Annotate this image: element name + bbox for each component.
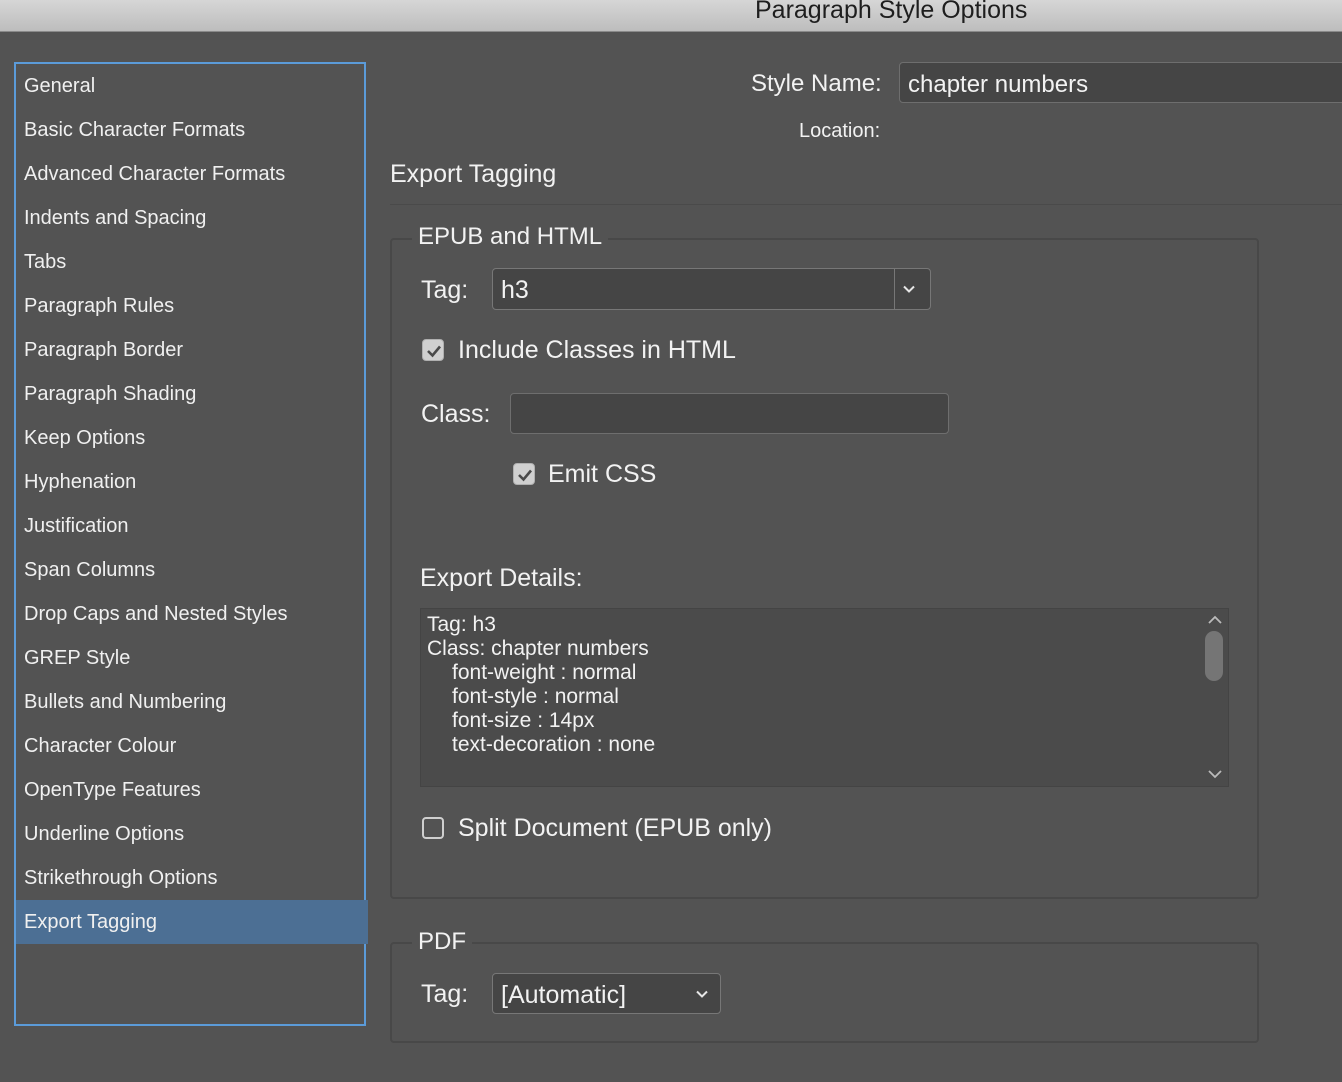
sidebar-item-character-colour[interactable]: Character Colour (16, 724, 368, 768)
sidebar-item-paragraph-border[interactable]: Paragraph Border (16, 328, 368, 372)
section-title: Export Tagging (390, 160, 557, 188)
sidebar-item-general[interactable]: General (16, 64, 368, 108)
sidebar-item-paragraph-rules[interactable]: Paragraph Rules (16, 284, 368, 328)
scroll-up-icon[interactable] (1207, 613, 1223, 631)
sidebar-item-indents-and-spacing[interactable]: Indents and Spacing (16, 196, 368, 240)
sidebar-item-span-columns[interactable]: Span Columns (16, 548, 368, 592)
checkmark-icon (518, 469, 532, 482)
scrollbar-thumb[interactable] (1205, 631, 1223, 681)
export-details-label: Export Details: (420, 564, 583, 592)
location-label: Location: (799, 120, 881, 142)
title-bar: Paragraph Style Options (0, 0, 1342, 32)
epub-tag-select[interactable]: h3 (492, 268, 931, 310)
epub-tag-value: h3 (501, 276, 529, 304)
export-details-line: font-size : 14px (452, 709, 595, 732)
category-list: General Basic Character Formats Advanced… (14, 62, 368, 1026)
select-divider (894, 269, 895, 309)
split-document-label[interactable]: Split Document (EPUB only) (458, 814, 772, 843)
window-title: Paragraph Style Options (755, 0, 1028, 24)
export-details-line: Tag: h3 (427, 613, 496, 636)
sidebar-item-basic-character-formats[interactable]: Basic Character Formats (16, 108, 368, 152)
sidebar-item-underline-options[interactable]: Underline Options (16, 812, 368, 856)
emit-css-checkbox[interactable] (513, 463, 535, 485)
include-classes-label[interactable]: Include Classes in HTML (458, 336, 736, 365)
pdf-tag-select[interactable]: [Automatic] (492, 973, 721, 1014)
scroll-down-icon[interactable] (1207, 767, 1223, 785)
sidebar-item-strikethrough-options[interactable]: Strikethrough Options (16, 856, 368, 900)
sidebar-item-hyphenation[interactable]: Hyphenation (16, 460, 368, 504)
epub-tag-label: Tag: (421, 276, 469, 304)
pdf-tag-value: [Automatic] (501, 981, 627, 1009)
class-label: Class: (421, 400, 491, 428)
style-name-field[interactable]: chapter numbers (899, 62, 1342, 103)
emit-css-label[interactable]: Emit CSS (548, 460, 656, 489)
details-scrollbar[interactable] (1202, 609, 1228, 786)
sidebar-item-keep-options[interactable]: Keep Options (16, 416, 368, 460)
checkmark-icon (427, 345, 441, 358)
split-document-checkbox[interactable] (422, 817, 444, 839)
sidebar-item-paragraph-shading[interactable]: Paragraph Shading (16, 372, 368, 416)
export-details-line: Class: chapter numbers (427, 637, 649, 660)
class-input[interactable] (510, 393, 949, 434)
chevron-down-icon[interactable] (901, 281, 917, 302)
sidebar-item-drop-caps-and-nested-styles[interactable]: Drop Caps and Nested Styles (16, 592, 368, 636)
export-details-box[interactable]: Tag: h3 Class: chapter numbers font-weig… (420, 608, 1229, 787)
sidebar-item-advanced-character-formats[interactable]: Advanced Character Formats (16, 152, 368, 196)
chevron-down-icon[interactable] (694, 986, 710, 1007)
section-divider (390, 204, 1342, 205)
style-name-label: Style Name: (751, 70, 882, 97)
sidebar-item-opentype-features[interactable]: OpenType Features (16, 768, 368, 812)
export-details-line: font-style : normal (452, 685, 619, 708)
export-details-line: font-weight : normal (452, 661, 637, 684)
sidebar-item-grep-style[interactable]: GREP Style (16, 636, 368, 680)
sidebar-item-bullets-and-numbering[interactable]: Bullets and Numbering (16, 680, 368, 724)
style-name-value: chapter numbers (908, 71, 1089, 98)
pdf-tag-label: Tag: (421, 980, 469, 1008)
pdf-group-title: PDF (412, 928, 472, 956)
include-classes-checkbox[interactable] (422, 339, 444, 361)
sidebar-item-export-tagging[interactable]: Export Tagging (16, 900, 368, 944)
sidebar-item-tabs[interactable]: Tabs (16, 240, 368, 284)
export-details-line: text-decoration : none (452, 733, 656, 756)
epub-html-group-title: EPUB and HTML (412, 223, 609, 251)
sidebar-item-justification[interactable]: Justification (16, 504, 368, 548)
